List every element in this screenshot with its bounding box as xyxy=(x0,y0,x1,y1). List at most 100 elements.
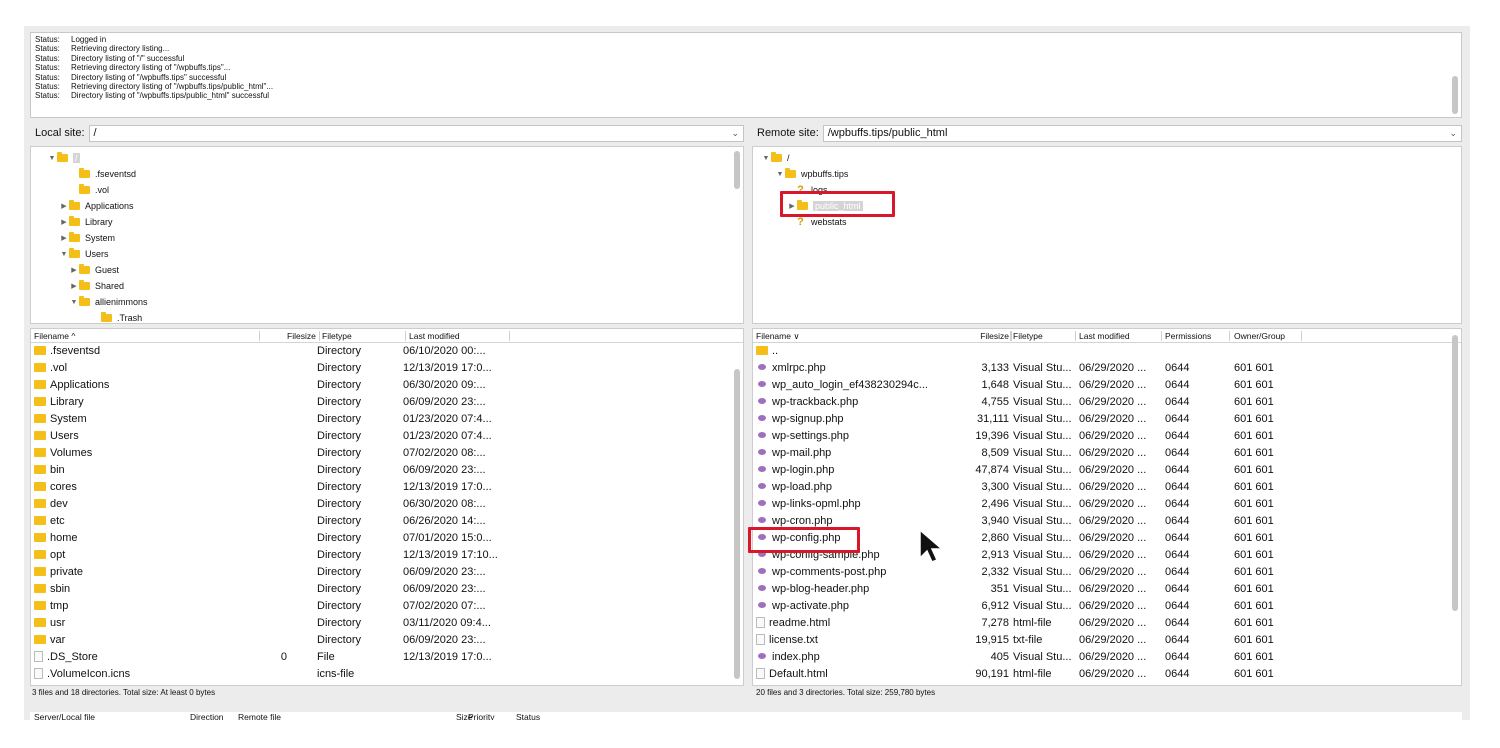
col-filetype[interactable]: Filetype xyxy=(322,329,352,343)
remote-list-scrollbar[interactable] xyxy=(1452,335,1458,611)
column-divider[interactable] xyxy=(509,331,510,341)
column-divider[interactable] xyxy=(1075,331,1076,341)
triangle-down-icon[interactable]: ▼ xyxy=(69,299,79,306)
triangle-right-icon[interactable]: ▶ xyxy=(59,234,69,242)
local-tree-node[interactable]: .Trash xyxy=(91,311,142,323)
triangle-down-icon[interactable]: ▼ xyxy=(761,155,771,162)
local-tree-node[interactable]: ▼ / xyxy=(47,151,80,165)
queue-col-remote-file[interactable]: Remote file xyxy=(238,712,281,720)
chevron-down-icon[interactable]: ⌄ xyxy=(731,128,739,139)
queue-col-direction[interactable]: Direction xyxy=(190,712,224,720)
local-tree-node[interactable]: ▶ Applications xyxy=(59,199,134,213)
remote-file-list[interactable]: Filename ∨ Filesize Filetype Last modifi… xyxy=(752,328,1462,686)
local-tree-node[interactable]: ▶ Guest xyxy=(69,263,119,277)
local-tree-node[interactable]: ▼ Users xyxy=(59,247,109,261)
message-log[interactable]: Status: Logged in Status: Retrieving direct… xyxy=(30,32,1462,118)
file-row[interactable]: wp-comments-post.php 2,332 Visual Stu... 06… xyxy=(753,564,1461,581)
file-row[interactable]: Default.html 90,191 html-file 06/29/2020 ..… xyxy=(753,666,1461,683)
col-filename[interactable]: Filename ∨ xyxy=(756,329,800,343)
local-tree-node[interactable]: .vol xyxy=(69,183,109,197)
file-row[interactable]: xmlrpc.php 3,133 Visual Stu... 06/29/2020 .… xyxy=(753,360,1461,377)
file-row-highlighted[interactable]: wp-config.php 2,860 Visual Stu... 06/29/202… xyxy=(753,530,1461,547)
file-row[interactable]: bin Directory 06/09/2020 23:... xyxy=(31,462,743,479)
file-row[interactable]: tmp Directory 07/02/2020 07:... xyxy=(31,598,743,615)
local-tree-node[interactable]: .fseventsd xyxy=(69,167,136,181)
col-filesize[interactable]: Filesize xyxy=(287,329,316,343)
triangle-right-icon[interactable]: ▶ xyxy=(69,266,79,274)
file-row[interactable]: .vol Directory 12/13/2019 17:0... xyxy=(31,360,743,377)
remote-directory-tree[interactable]: ▼ / ▼ wpbuffs.tips ? logs ▶ public_html ? webstat… xyxy=(752,146,1462,324)
local-file-list[interactable]: Filename ^ Filesize Filetype Last modifi… xyxy=(30,328,744,686)
column-divider[interactable] xyxy=(319,331,320,341)
file-row[interactable]: license.txt 19,915 txt-file 06/29/2020 ... 0… xyxy=(753,632,1461,649)
local-tree-node[interactable]: ▼ allienimmons xyxy=(69,295,148,309)
message-log-scrollbar[interactable] xyxy=(1452,76,1458,114)
queue-col-status[interactable]: Status xyxy=(516,712,540,720)
remote-tree-node[interactable]: ? logs xyxy=(795,183,827,197)
col-filesize[interactable]: Filesize xyxy=(973,329,1009,343)
file-row[interactable]: wp-load.php 3,300 Visual Stu... 06/29/2020 … xyxy=(753,479,1461,496)
local-tree-node[interactable]: ▶ Library xyxy=(59,215,113,229)
file-row[interactable]: wp-cron.php 3,940 Visual Stu... 06/29/2020 … xyxy=(753,513,1461,530)
file-row[interactable]: .fseventsd Directory 06/10/2020 00:... xyxy=(31,343,743,360)
remote-tree-node[interactable]: ? webstats xyxy=(795,215,846,229)
column-divider[interactable] xyxy=(1301,331,1302,341)
triangle-right-icon[interactable]: ▶ xyxy=(69,282,79,290)
column-divider[interactable] xyxy=(1229,331,1230,341)
local-site-combo[interactable]: / ⌄ xyxy=(88,124,744,142)
file-row[interactable]: Applications Directory 06/30/2020 09:... xyxy=(31,377,743,394)
file-row[interactable]: wp-config-sample.php 2,913 Visual Stu... 06… xyxy=(753,547,1461,564)
col-last-modified[interactable]: Last modified xyxy=(409,329,460,343)
triangle-down-icon[interactable]: ▼ xyxy=(47,155,57,162)
column-divider[interactable] xyxy=(405,331,406,341)
file-row[interactable]: wp-mail.php 8,509 Visual Stu... 06/29/2020 … xyxy=(753,445,1461,462)
file-row[interactable]: private Directory 06/09/2020 23:... xyxy=(31,564,743,581)
local-tree-node[interactable]: ▶ System xyxy=(59,231,115,245)
file-row[interactable]: var Directory 06/09/2020 23:... xyxy=(31,632,743,649)
file-row[interactable]: Library Directory 06/09/2020 23:... xyxy=(31,394,743,411)
local-tree-scrollbar[interactable] xyxy=(734,151,740,189)
file-row[interactable]: wp-activate.php 6,912 Visual Stu... 06/29/2… xyxy=(753,598,1461,615)
file-row[interactable]: usr Directory 03/11/2020 09:4... xyxy=(31,615,743,632)
queue-col-server-local-file[interactable]: Server/Local file xyxy=(34,712,95,720)
file-row[interactable]: index.php 405 Visual Stu... 06/29/2020 ... 0… xyxy=(753,649,1461,666)
file-row[interactable]: wp-settings.php 19,396 Visual Stu... 06/29/… xyxy=(753,428,1461,445)
col-permissions[interactable]: Permissions xyxy=(1165,329,1211,343)
column-divider[interactable] xyxy=(1011,331,1012,341)
file-row[interactable]: wp-login.php 47,874 Visual Stu... 06/29/202… xyxy=(753,462,1461,479)
triangle-right-icon[interactable]: ▶ xyxy=(787,202,797,210)
chevron-down-icon[interactable]: ⌄ xyxy=(1449,128,1457,139)
triangle-right-icon[interactable]: ▶ xyxy=(59,202,69,210)
file-row[interactable]: Users Directory 01/23/2020 07:4... xyxy=(31,428,743,445)
file-row[interactable]: wp-trackback.php 4,755 Visual Stu... 06/29/… xyxy=(753,394,1461,411)
file-row[interactable]: wp-links-opml.php 2,496 Visual Stu... 06/29… xyxy=(753,496,1461,513)
file-row[interactable]: readme.html 7,278 html-file 06/29/2020 ... 0… xyxy=(753,615,1461,632)
file-row[interactable]: cores Directory 12/13/2019 17:0... xyxy=(31,479,743,496)
file-row[interactable]: home Directory 07/01/2020 15:0... xyxy=(31,530,743,547)
column-divider[interactable] xyxy=(1010,331,1011,341)
file-row[interactable]: Volumes Directory 07/02/2020 08:... xyxy=(31,445,743,462)
col-owner-group[interactable]: Owner/Group xyxy=(1234,329,1285,343)
column-divider[interactable] xyxy=(259,331,260,341)
file-row[interactable]: etc Directory 06/26/2020 14:... xyxy=(31,513,743,530)
remote-tree-node[interactable]: ▶ public_html xyxy=(787,199,863,213)
file-row[interactable]: .VolumeIcon.icns icns-file xyxy=(31,666,743,683)
remote-tree-node[interactable]: ▼ wpbuffs.tips xyxy=(775,167,848,181)
col-last-modified[interactable]: Last modified xyxy=(1079,329,1130,343)
file-row[interactable]: .DS_Store 0 File 12/13/2019 17:0... xyxy=(31,649,743,666)
queue-col-priority[interactable]: Priority xyxy=(468,712,494,720)
local-list-scrollbar[interactable] xyxy=(734,369,740,679)
local-tree-node[interactable]: ▶ Shared xyxy=(69,279,124,293)
file-row[interactable]: wp_auto_login_ef438230294c... 1,648 Visual… xyxy=(753,377,1461,394)
file-row[interactable]: opt Directory 12/13/2019 17:10... xyxy=(31,547,743,564)
triangle-down-icon[interactable]: ▼ xyxy=(775,171,785,178)
remote-tree-node[interactable]: ▼ / xyxy=(761,151,790,165)
file-row[interactable]: wp-signup.php 31,111 Visual Stu... 06/29/20… xyxy=(753,411,1461,428)
local-directory-tree[interactable]: ▼ / .fseventsd .vol ▶ Applications ▶ Library ▶ Sy… xyxy=(30,146,744,324)
file-row[interactable]: sbin Directory 06/09/2020 23:... xyxy=(31,581,743,598)
col-filetype[interactable]: Filetype xyxy=(1013,329,1043,343)
file-row[interactable]: wp-blog-header.php 351 Visual Stu... 06/29/… xyxy=(753,581,1461,598)
file-row[interactable]: dev Directory 06/30/2020 08:... xyxy=(31,496,743,513)
remote-site-combo[interactable]: /wpbuffs.tips/public_html ⌄ xyxy=(822,124,1462,142)
col-filename[interactable]: Filename ^ xyxy=(34,329,75,343)
